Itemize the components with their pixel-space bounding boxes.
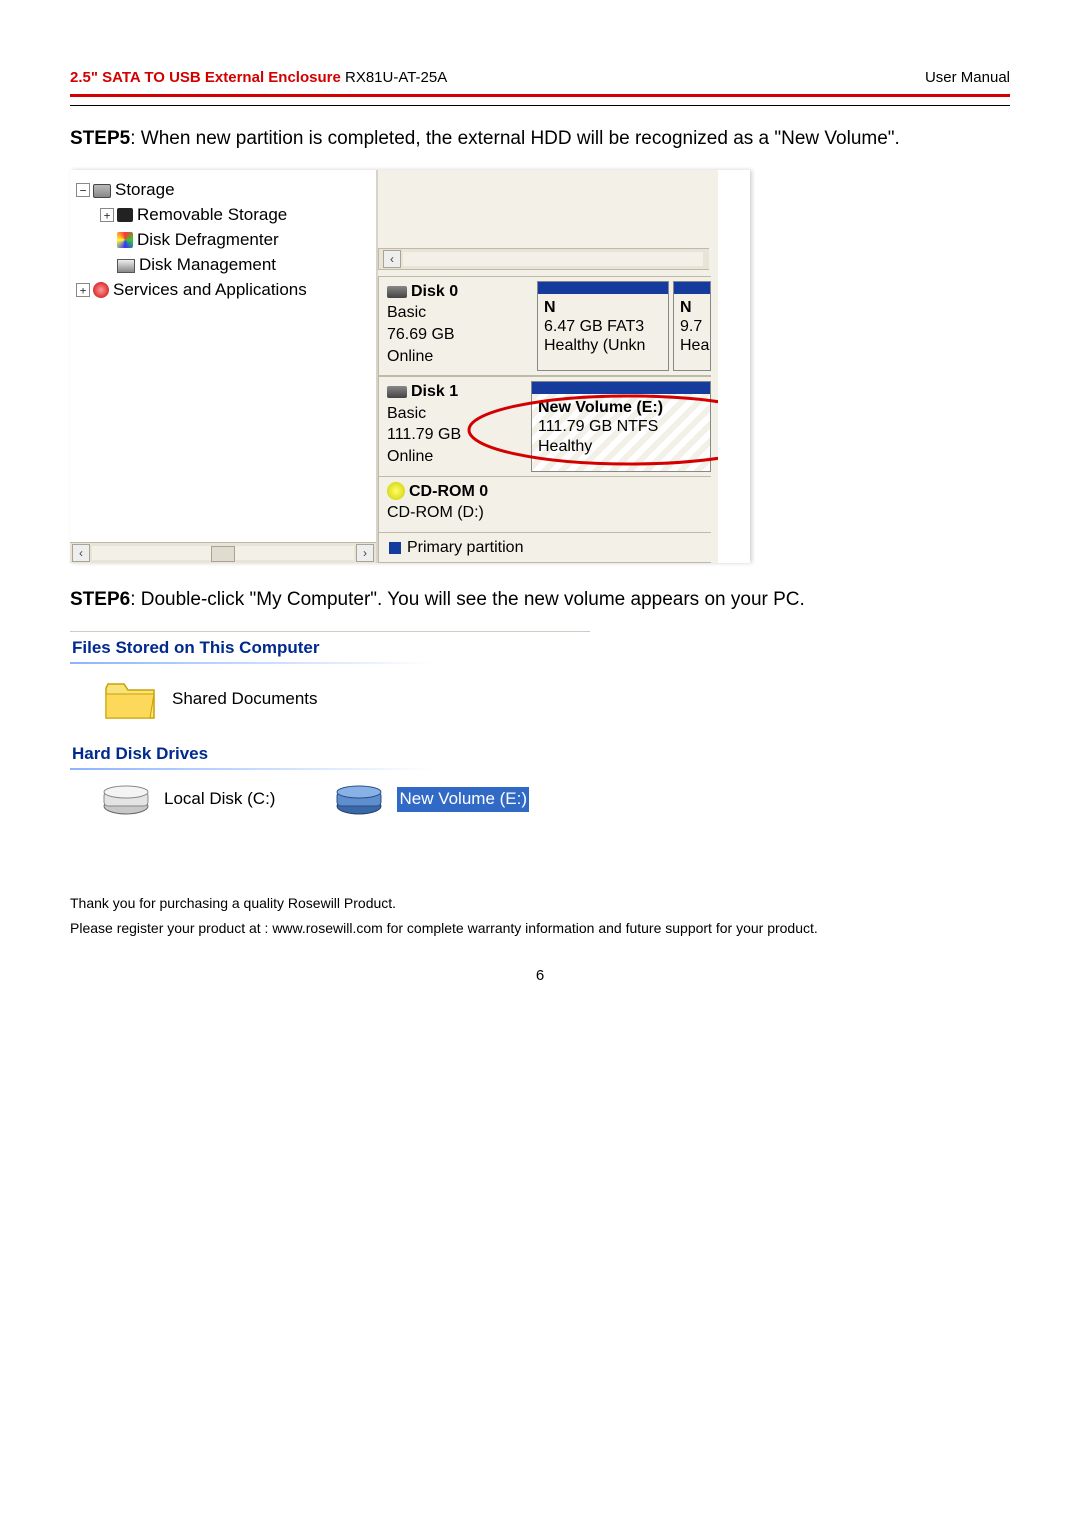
- disk1-partition-new-volume[interactable]: New Volume (E:) 111.79 GB NTFS Healthy: [531, 381, 711, 471]
- defragmenter-icon: [117, 232, 133, 248]
- expand-icon[interactable]: +: [100, 208, 114, 222]
- item-shared-documents[interactable]: Shared Documents: [102, 676, 318, 722]
- disk1-row[interactable]: Disk 1 Basic 111.79 GB Online New Volume…: [378, 376, 711, 476]
- legend-swatch: [389, 542, 401, 554]
- disk-icon: [387, 286, 407, 298]
- figure-my-computer: Files Stored on This Computer Shared Doc…: [70, 631, 590, 834]
- hdd-icon: [335, 782, 383, 816]
- page-number: 6: [70, 966, 1010, 986]
- item-new-volume-e[interactable]: New Volume (E:): [335, 782, 529, 816]
- header-right: User Manual: [925, 68, 1010, 88]
- removable-storage-icon: [117, 208, 133, 222]
- disk-pane: ‹ Disk 0 Basic 76.69 GB Online N 6.47 GB…: [378, 170, 718, 564]
- legend-primary-partition: Primary partition: [378, 533, 711, 564]
- storage-icon: [93, 184, 111, 198]
- step6-text: STEP6: Double-click "My Computer". You w…: [70, 587, 1010, 613]
- hdd-icon: [102, 782, 150, 816]
- folder-icon: [102, 676, 158, 722]
- header-model: RX81U-AT-25A: [345, 69, 447, 86]
- header-product: 2.5" SATA TO USB External Enclosure RX81…: [70, 68, 447, 88]
- scroll-left-icon[interactable]: ‹: [72, 544, 90, 562]
- figure-disk-management: − Storage + Removable Storage Disk Defra…: [70, 170, 750, 564]
- footer-text: Thank you for purchasing a quality Rosew…: [70, 894, 1010, 938]
- services-icon: [93, 282, 109, 298]
- section-hard-disk-drives: Hard Disk Drives: [70, 740, 590, 768]
- tree-pane: − Storage + Removable Storage Disk Defra…: [70, 170, 378, 564]
- tree-storage[interactable]: − Storage: [74, 178, 372, 203]
- cdrom-icon: [387, 482, 405, 500]
- disk-management-icon: [117, 259, 135, 273]
- tree-removable-storage[interactable]: + Removable Storage: [74, 203, 372, 228]
- disk-list-scrollbar[interactable]: ‹: [378, 248, 709, 270]
- divider-red: [70, 94, 1010, 97]
- scroll-thumb[interactable]: [211, 546, 235, 562]
- disk-icon: [387, 386, 407, 398]
- item-local-disk-c[interactable]: Local Disk (C:): [102, 782, 275, 816]
- step5-text: STEP5: When new partition is completed, …: [70, 126, 1010, 152]
- disk0-row[interactable]: Disk 0 Basic 76.69 GB Online N 6.47 GB F…: [378, 276, 711, 376]
- cdrom-row[interactable]: CD-ROM 0 CD-ROM (D:): [378, 477, 711, 533]
- tree-h-scrollbar[interactable]: ‹ ›: [70, 542, 376, 563]
- scroll-right-icon[interactable]: ›: [356, 544, 374, 562]
- section-files-stored: Files Stored on This Computer: [70, 634, 590, 662]
- scroll-left-icon[interactable]: ‹: [383, 250, 401, 268]
- disk0-partition-a[interactable]: N 6.47 GB FAT3 Healthy (Unkn: [537, 281, 669, 371]
- disk0-partition-b[interactable]: N 9.7 Hea: [673, 281, 711, 371]
- divider-black: [70, 105, 1010, 106]
- tree-services[interactable]: + Services and Applications: [74, 278, 372, 303]
- tree-defragmenter[interactable]: Disk Defragmenter: [74, 228, 372, 253]
- collapse-icon[interactable]: −: [76, 183, 90, 197]
- tree-disk-management[interactable]: Disk Management: [74, 253, 372, 278]
- expand-icon[interactable]: +: [76, 283, 90, 297]
- selected-volume-label: New Volume (E:): [397, 787, 529, 812]
